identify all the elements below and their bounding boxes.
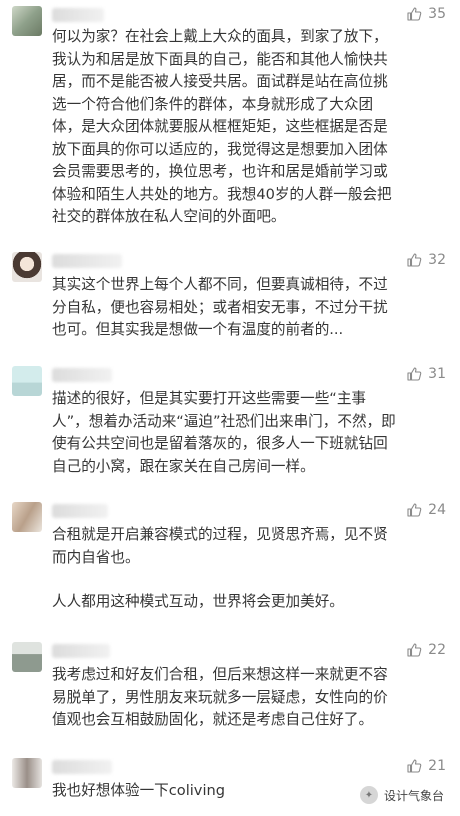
comment-line: 人”，想着办活动来“逼迫”社恐们出来串门，不然，即 [52,412,396,430]
like-button[interactable]: 32 [406,252,446,268]
comment-line: 分自私，便也容易相处；或者相安无事，不过分干扰 [52,298,388,316]
like-count: 24 [428,502,446,518]
comment-line: 值观也会互相鼓励固化，就还是考虑自己住好了。 [52,711,374,728]
comment-line: 而内自省也。 [52,548,140,566]
thumbs-up-icon [407,367,422,381]
comment-line: 其实这个世界上每个人都不同，但要真诚相待，不过 [52,276,388,293]
like-button[interactable]: 22 [406,642,446,658]
comment-line: 会员需要思考的，换位思考，也许和居是婚前学习或 [52,163,388,180]
like-button[interactable]: 24 [406,502,446,518]
username-blurred [52,254,122,268]
comment-line: 放下面具的你可以适应的，我觉得这是想要加入团体 [52,140,388,158]
watermark-text: 设计气象台 [383,788,444,803]
avatar[interactable] [12,758,42,788]
comment-line: 体验和陌生人共处的地方。我想40岁的人群一般会把 [52,185,392,203]
thumbs-up-icon [407,503,422,517]
avatar[interactable] [12,6,42,36]
comment-line: 描述的很好，但是其实要打开这些需要一些“主事 [52,390,367,407]
like-button[interactable]: 35 [406,6,446,22]
like-count: 32 [428,252,446,268]
avatar[interactable] [12,366,42,396]
username-blurred [52,368,112,382]
avatar[interactable] [12,502,42,532]
thumbs-up-icon [407,759,422,773]
username-blurred [52,760,112,774]
username-blurred [52,644,110,658]
comment-line: 也可。但其实我是想做一个有温度的前者的... [52,321,344,338]
comment-line: 选一个符合他们条件的群体，本身就形成了大众团 [52,95,374,113]
watermark: ✦ 设计气象台 [359,786,444,804]
thumbs-up-icon [407,643,422,657]
avatar[interactable] [12,642,42,672]
comment-line: 社交的群体放在私人空间的外面吧。 [52,208,286,225]
username-blurred [52,8,104,22]
comment-line: 我认为和居是放下面具的自己，能否和其他人愉快共 [52,50,388,68]
comment-line: 合租就是开启兼容模式的过程，见贤思齐焉，见不贤 [52,526,388,543]
comment-text: 我考虑过和好友们合租，但后来想这样一来就更不容 易脱单了，男性朋友来玩就多一层疑… [52,664,442,732]
comment-line: 使有公共空间也是留着落灰的，很多人一下班就钻回 [52,435,388,452]
like-count: 35 [428,6,446,22]
comment-line: 人人都用这种模式互动，世界将会更加美好。 [52,593,344,610]
like-button[interactable]: 21 [406,758,446,774]
thumbs-up-icon [407,7,422,21]
comment-text: 合租就是开启兼容模式的过程，见贤思齐焉，见不贤 而内自省也。 人人都用这种模式互… [52,524,442,614]
comment-line: 体，是大众团体就要服从框框矩矩，这些框据是否是 [52,118,388,135]
comment-line: 易脱单了，男性朋友来玩就多一层疑虑，女性向的价 [52,688,388,706]
thumbs-up-icon [407,253,422,267]
comment-text: 描述的很好，但是其实要打开这些需要一些“主事 人”，想着办活动来“逼迫”社恐们出… [52,388,442,478]
like-button[interactable]: 31 [406,366,446,382]
comment-line: 居，而不是能否被人接受共居。面试群是站在高位挑 [52,73,388,90]
like-count: 22 [428,642,446,658]
comment-text: 何以为家？在社会上戴上大众的面具，到家了放下， 我认为和居是放下面具的自己，能否… [52,26,442,229]
username-blurred [52,504,108,518]
comment-text: 其实这个世界上每个人都不同，但要真诚相待，不过 分自私，便也容易相处；或者相安无… [52,274,442,342]
comment-line: 自己的小窝，跟在家关在自己房间一样。 [52,457,315,475]
comment-line: 我考虑过和好友们合租，但后来想这样一来就更不容 [52,666,388,683]
like-count: 21 [428,758,446,774]
comment-line: 何以为家？在社会上戴上大众的面具，到家了放下， [52,28,388,45]
like-count: 31 [428,366,446,382]
wechat-logo-icon: ✦ [359,786,378,804]
avatar[interactable] [12,252,42,282]
